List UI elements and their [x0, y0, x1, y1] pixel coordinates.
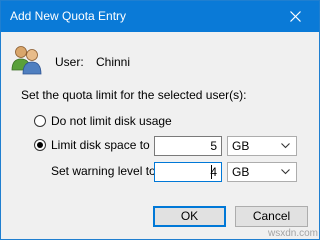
users-icon [11, 46, 42, 75]
no-limit-radio[interactable] [34, 115, 46, 127]
user-name: Chinni [96, 55, 131, 69]
cancel-button[interactable]: Cancel [235, 206, 308, 227]
no-limit-label[interactable]: Do not limit disk usage [51, 114, 172, 128]
limit-value-input[interactable]: 5 [154, 136, 222, 156]
warning-level-label: Set warning level to [51, 164, 156, 178]
quota-instruction-label: Set the quota limit for the selected use… [21, 88, 247, 102]
limit-unit-select[interactable]: GB [227, 136, 297, 156]
ok-button[interactable]: OK [153, 206, 226, 227]
chevron-down-icon [281, 143, 290, 149]
close-button[interactable] [273, 1, 319, 32]
limit-disk-label[interactable]: Limit disk space to [51, 138, 150, 152]
chevron-down-icon [281, 169, 290, 175]
user-label: User: [55, 55, 84, 69]
warning-unit-value: GB [232, 165, 250, 179]
dialog-title: Add New Quota Entry [10, 9, 127, 23]
watermark: wsxdn.com [267, 228, 318, 239]
text-cursor [211, 165, 212, 179]
title-bar: Add New Quota Entry [1, 1, 319, 32]
warning-unit-select[interactable]: GB [227, 162, 297, 182]
close-icon [290, 11, 301, 22]
limit-disk-radio[interactable] [34, 139, 46, 151]
quota-entry-dialog: Add New Quota Entry User: Chinni Set the… [0, 0, 320, 240]
limit-unit-value: GB [232, 139, 250, 153]
